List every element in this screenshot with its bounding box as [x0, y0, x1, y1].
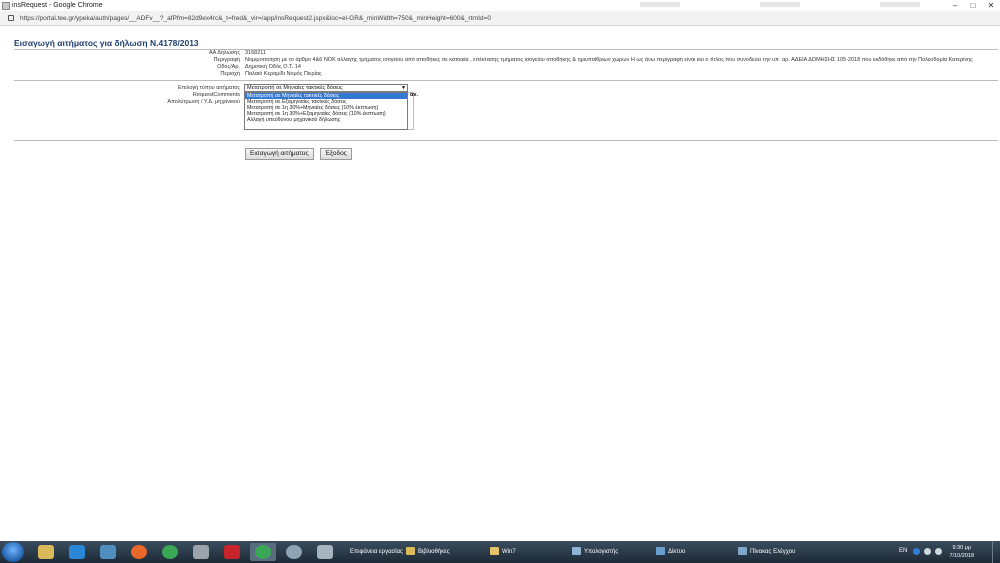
info-row-address: Οδός/Αρ. Δημοτική Οδός Ο.Τ. 14 — [0, 64, 1000, 71]
background-tab[interactable] — [880, 2, 920, 7]
submit-request-button[interactable]: Εισαγωγή αιτήματος — [245, 148, 314, 160]
address-bar[interactable]: https://portal.tee.gr/ypeka/auth/pages/_… — [0, 11, 1000, 26]
info-row-aa: ΑΑ Δήλωσης 3168211 — [0, 50, 1000, 57]
clock-date: 7/10/2018 — [949, 553, 974, 559]
lock-icon — [8, 15, 14, 21]
show-desktop-button[interactable] — [992, 541, 1000, 563]
folder-icon — [38, 545, 54, 559]
dropdown-option[interactable]: Αλλαγή υπεύθυνου μηχανικού δήλωσης — [245, 117, 407, 123]
tool-icon — [193, 545, 209, 559]
background-tabs — [120, 0, 920, 11]
comments-label: RequestComments — [192, 92, 240, 98]
maximize-button[interactable]: □ — [964, 0, 982, 11]
window-title: insRequest - Google Chrome — [12, 2, 103, 9]
app-pin[interactable] — [281, 543, 307, 561]
bold-text-fragment: αν. — [410, 92, 418, 98]
toolbar-network[interactable]: Δίκτυο — [656, 543, 685, 561]
toolbar-win7[interactable]: Win7 — [490, 543, 516, 561]
info-row-description: Περιγραφή Νομιμοποίηση με το άρθρο 4&6 Ν… — [0, 57, 1000, 64]
chrome-active-pin[interactable] — [250, 543, 276, 561]
request-type-label: Επιλογή τύπου αιτήματος — [177, 85, 240, 91]
app-icon — [286, 545, 302, 559]
divider — [14, 80, 998, 81]
toolbar-control-panel[interactable]: Πίνακας Ελέγχου — [738, 543, 795, 561]
info-value: 3168211 — [245, 50, 267, 56]
divider — [14, 140, 998, 141]
ie-pin[interactable] — [64, 543, 90, 561]
help-icon[interactable] — [913, 548, 920, 555]
info-row-area: Περιοχή Παλαιό Κεραμίδι Νομός Πιερίας — [0, 71, 1000, 78]
minimize-button[interactable]: – — [946, 0, 964, 11]
chrome-pin[interactable] — [157, 543, 183, 561]
tool-pin[interactable] — [188, 543, 214, 561]
info-value: Νομιμοποίηση με το άρθρο 4&6 ΝΟΚ αλλαγής… — [245, 57, 973, 63]
toolbar-desktop[interactable]: Επιφάνεια εργασίας — [350, 543, 403, 561]
chrome-app-icon — [2, 1, 10, 10]
info-label: ΑΑ Δήλωσης — [208, 50, 240, 56]
language-indicator[interactable]: EN — [899, 548, 907, 554]
info-label: Περιοχή — [220, 71, 240, 77]
acrobat-pin[interactable] — [219, 543, 245, 561]
computer-icon — [572, 547, 581, 556]
select-value: Μετατροπή σε Μηνιαίες τακτικές δόσεις — [247, 85, 343, 91]
folder-icon — [490, 547, 499, 556]
close-button[interactable]: ✕ — [982, 0, 1000, 11]
background-tab[interactable] — [760, 2, 800, 7]
request-type-select[interactable]: Μετατροπή σε Μηνιαίες τακτικές δόσεις ▼ — [244, 84, 408, 92]
firefox-pin[interactable] — [126, 543, 152, 561]
chrome-icon — [162, 545, 178, 559]
task-label: Επιφάνεια εργασίας — [350, 549, 403, 555]
info-value: Δημοτική Οδός Ο.Τ. 14 — [245, 64, 301, 70]
volume-icon[interactable] — [935, 548, 942, 555]
system-tray: EN — [890, 541, 1000, 563]
task-label: Πίνακας Ελέγχου — [750, 549, 796, 555]
task-label: Βιβλιοθήκες — [418, 549, 450, 555]
taskbar: Επιφάνεια εργασίας Βιβλιοθήκες Win7 Υπολ… — [0, 541, 1000, 563]
background-tab[interactable] — [640, 2, 680, 7]
utility-icon — [317, 545, 333, 559]
window-titlebar: insRequest - Google Chrome – □ ✕ — [0, 0, 1000, 11]
page-title: Εισαγωγή αιτήματος για δήλωση Ν.4178/201… — [14, 38, 199, 48]
task-label: Win7 — [502, 549, 516, 555]
control-panel-icon — [738, 547, 747, 556]
firefox-icon — [131, 545, 147, 559]
chrome-icon — [255, 545, 271, 559]
internet-explorer-icon — [69, 545, 85, 559]
clock-time: 9:30 μμ — [952, 545, 972, 551]
request-type-dropdown[interactable]: Μετατροπή σε Μηνιαίες τακτικές δόσεις Με… — [244, 92, 408, 130]
info-label: Οδός/Αρ. — [217, 64, 240, 70]
network-tray-icon[interactable] — [924, 548, 931, 555]
url-text[interactable]: https://portal.tee.gr/ypeka/auth/pages/_… — [20, 15, 491, 22]
toolbar-libraries[interactable]: Βιβλιοθήκες — [406, 543, 450, 561]
clock[interactable]: 9:30 μμ 7/10/2018 — [950, 544, 974, 560]
media-player-icon — [100, 545, 116, 559]
withdraw-label: Απολύτρωση / Υ.Δ. μηχανικού — [167, 99, 240, 105]
toolbar-computer[interactable]: Υπολογιστής — [572, 543, 618, 561]
task-label: Δίκτυο — [668, 549, 686, 555]
info-label: Περιγραφή — [213, 57, 240, 63]
pdf-icon — [224, 545, 240, 559]
info-value: Παλαιό Κεραμίδι Νομός Πιερίας — [245, 71, 322, 77]
libraries-icon — [406, 547, 415, 556]
window-controls: – □ ✕ — [946, 0, 1000, 11]
start-button[interactable] — [2, 542, 24, 562]
network-icon — [656, 547, 665, 556]
explorer-pin[interactable] — [33, 543, 59, 561]
page-content: Εισαγωγή αιτήματος για δήλωση Ν.4178/201… — [0, 26, 1000, 541]
task-label: Υπολογιστής — [584, 549, 619, 555]
chevron-down-icon[interactable]: ▼ — [401, 85, 406, 91]
media-pin[interactable] — [95, 543, 121, 561]
utility-pin[interactable] — [312, 543, 338, 561]
exit-button[interactable]: Έξοδος — [320, 148, 352, 160]
